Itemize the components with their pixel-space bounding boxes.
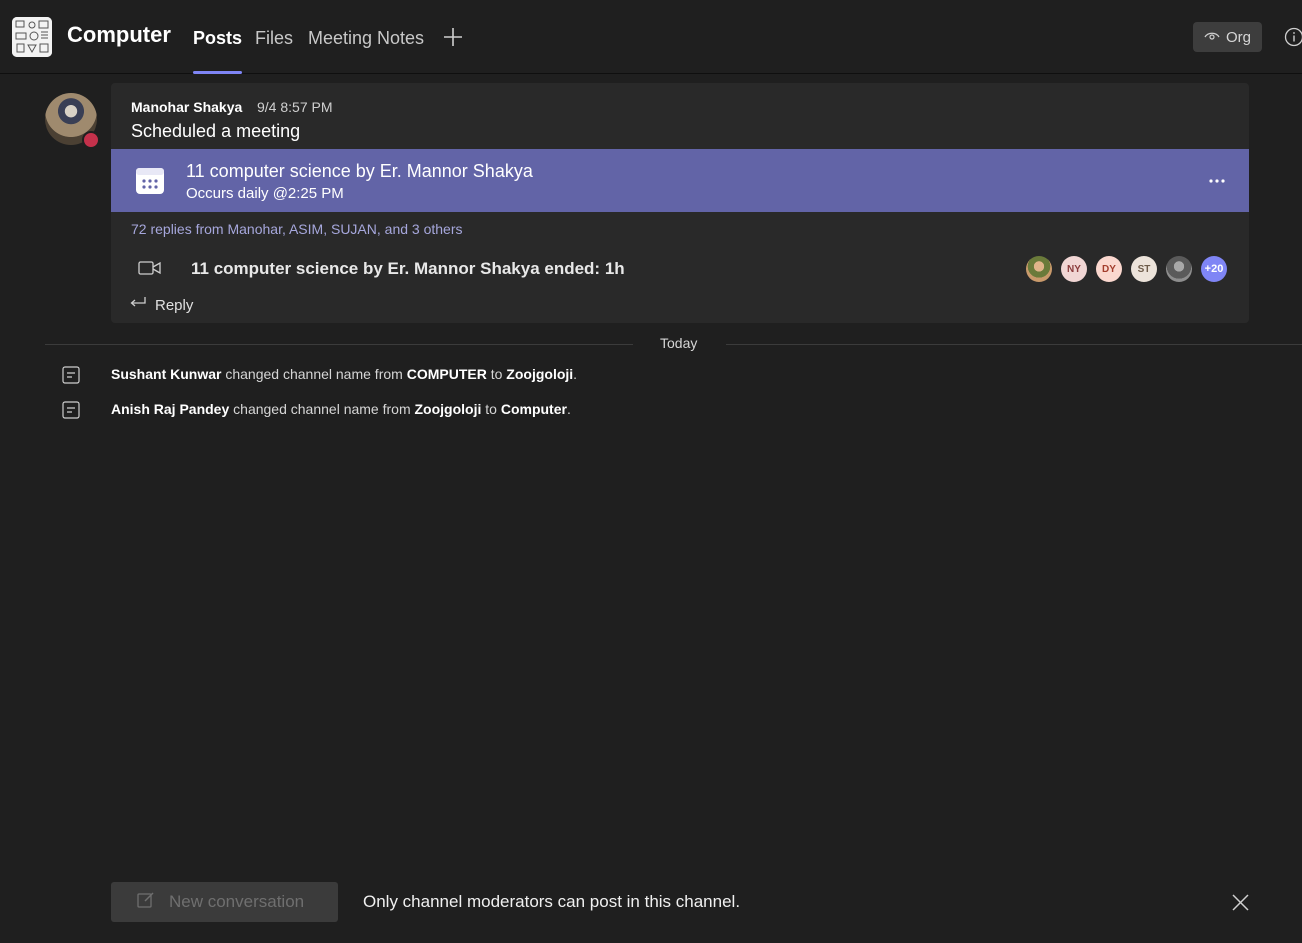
avatar[interactable] (45, 93, 100, 149)
event-new-name: Computer (500, 401, 567, 417)
eye-icon (1204, 29, 1220, 46)
event-actor[interactable]: Anish Raj Pandey (111, 401, 229, 417)
reply-arrow-icon (129, 296, 147, 314)
tab-meeting-notes[interactable]: Meeting Notes (308, 28, 424, 74)
compose-icon (137, 891, 155, 914)
event-action: changed channel name from (225, 366, 403, 382)
team-logo[interactable] (12, 17, 52, 57)
participant-avatar[interactable] (1026, 256, 1052, 282)
tab-posts[interactable]: Posts (193, 28, 243, 74)
channel-title: Computer (67, 22, 171, 47)
event-end: . (573, 366, 578, 382)
new-conversation-label: New conversation (169, 892, 305, 911)
more-participants-badge[interactable]: +20 (1201, 256, 1227, 282)
moderator-notice: Only channel moderators can post in this… (363, 892, 741, 911)
date-divider-label: Today (660, 335, 698, 351)
participant-avatar[interactable] (1166, 256, 1192, 282)
event-text: Sushant Kunwar changed channel name from… (111, 366, 577, 382)
reply-label: Reply (155, 296, 194, 314)
divider-line (45, 344, 633, 345)
replies-link[interactable]: 72 replies from Manohar, ASIM, SUJAN, an… (131, 221, 463, 237)
participant-avatars[interactable]: NY DY ST +20 (1026, 256, 1227, 282)
meeting-title: 11 computer science by Er. Mannor Shakya (186, 161, 533, 181)
tab-label: Files (255, 28, 294, 48)
video-camera-icon (138, 258, 162, 278)
channel-header: Computer Posts Files Meeting Notes Org (0, 0, 1302, 74)
new-conversation-button[interactable]: New conversation (111, 882, 338, 922)
presence-busy-indicator (82, 131, 100, 149)
post-author[interactable]: Manohar Shakya (131, 99, 242, 115)
more-options-icon[interactable] (1205, 171, 1229, 191)
meeting-ended-text: 11 computer science by Er. Mannor Shakya… (191, 259, 625, 278)
event-to-word: to (490, 366, 503, 382)
divider-line (726, 344, 1302, 345)
event-new-name: Zoojgoloji (506, 366, 574, 382)
post-card: Manohar Shakya 9/4 8:57 PM Scheduled a m… (111, 83, 1249, 323)
participant-avatar[interactable]: DY (1096, 256, 1122, 282)
event-actor[interactable]: Sushant Kunwar (111, 366, 221, 382)
event-end: . (566, 401, 571, 417)
channel-edit-icon (61, 400, 81, 420)
event-action: changed channel name from (233, 401, 411, 417)
post-timestamp: 9/4 8:57 PM (257, 99, 333, 115)
channel-edit-icon (61, 365, 81, 385)
tab-files[interactable]: Files (255, 28, 293, 74)
meeting-banner[interactable]: 11 computer science by Er. Mannor Shakya… (111, 149, 1249, 212)
post-message: Scheduled a meeting (131, 121, 301, 141)
plus-icon[interactable] (441, 25, 465, 49)
channel-event: Anish Raj Pandey changed channel name fr… (61, 400, 571, 420)
close-icon[interactable] (1231, 893, 1250, 912)
event-old-name: Zoojgoloji (414, 401, 482, 417)
calendar-icon (135, 166, 165, 196)
participant-avatar[interactable]: ST (1131, 256, 1157, 282)
event-old-name: COMPUTER (406, 366, 487, 382)
org-button[interactable]: Org (1193, 22, 1262, 52)
meeting-recurrence: Occurs daily @2:25 PM (186, 185, 344, 202)
info-icon[interactable] (1284, 27, 1302, 47)
participant-avatar[interactable]: NY (1061, 256, 1087, 282)
channel-event: Sushant Kunwar changed channel name from… (61, 365, 577, 385)
event-text: Anish Raj Pandey changed channel name fr… (111, 401, 571, 417)
tab-label: Posts (193, 28, 243, 48)
tab-label: Meeting Notes (308, 28, 425, 48)
org-label: Org (1225, 28, 1251, 46)
reply-button[interactable]: Reply (129, 294, 193, 316)
event-to-word: to (485, 401, 497, 417)
